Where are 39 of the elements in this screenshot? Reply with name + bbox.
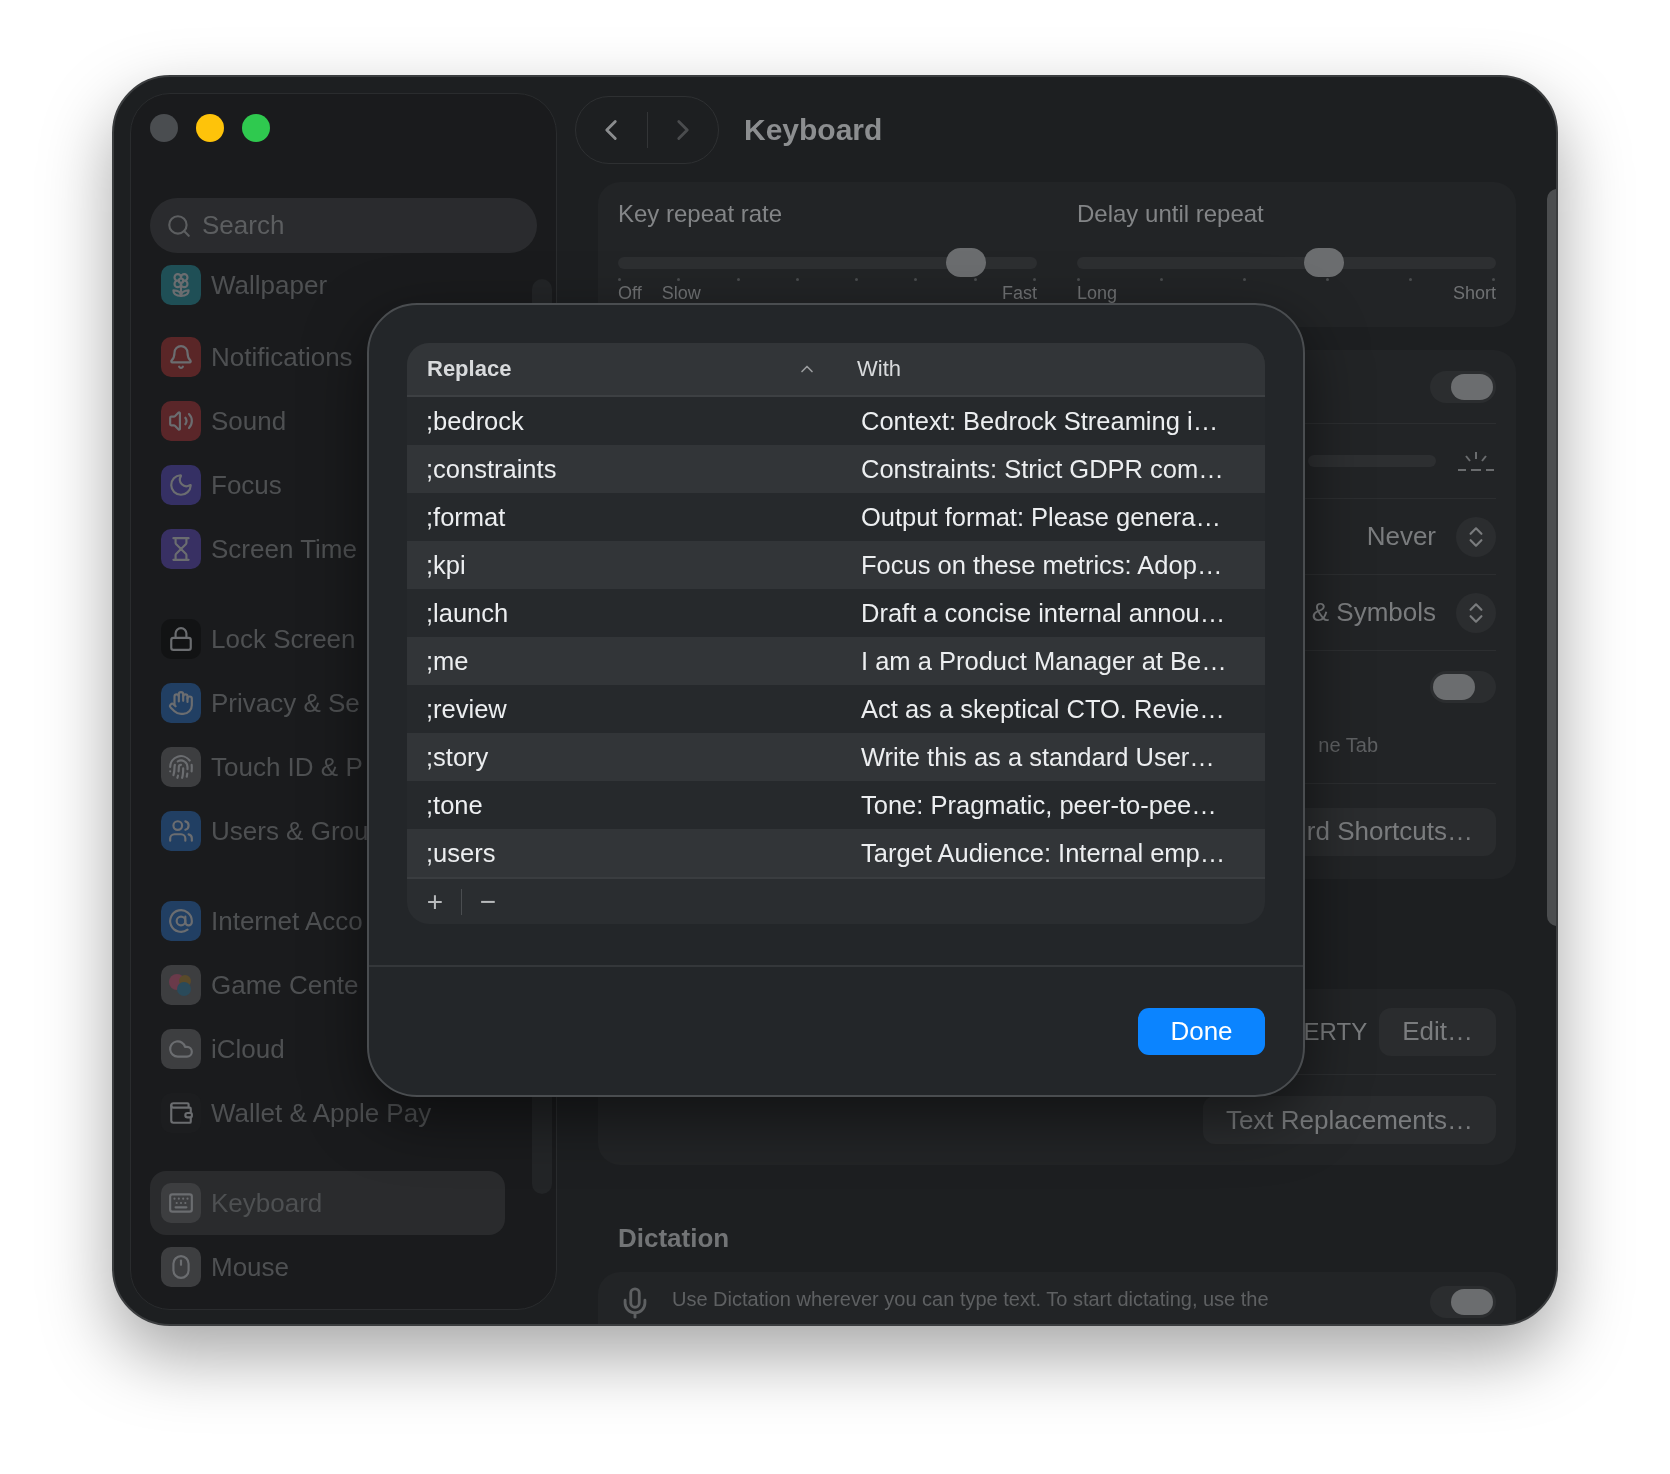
tick-label: Fast (1002, 284, 1037, 302)
replace-cell[interactable]: ;launch (407, 598, 837, 628)
replace-cell[interactable]: ;review (407, 694, 837, 724)
replace-cell[interactable]: ;tone (407, 790, 837, 820)
tick-label: Slow (661, 284, 701, 302)
replace-cell[interactable]: ;users (407, 838, 837, 868)
replace-cell[interactable]: ;bedrock (407, 406, 837, 436)
with-cell[interactable]: Target Audience: Internal emp… (837, 838, 1265, 868)
setting-caption: ne Tab (1318, 734, 1378, 757)
replace-cell[interactable]: ;format (407, 502, 837, 532)
with-cell[interactable]: Output format: Please genera… (837, 502, 1265, 532)
done-button[interactable]: Done (1138, 1008, 1265, 1055)
with-cell[interactable]: Tone: Pragmatic, peer-to-pee… (837, 790, 1265, 820)
replace-cell[interactable]: ;story (407, 742, 837, 772)
popup-value: & Symbols (1311, 597, 1436, 628)
column-header[interactable]: With (837, 356, 1265, 382)
dictation-description: Use Dictation wherever you can type text. To start dictating, use the (672, 1287, 1270, 1311)
add-button[interactable]: + (417, 885, 453, 918)
with-cell[interactable]: Focus on these metrics: Adop… (837, 550, 1265, 580)
with-cell[interactable]: Context: Bedrock Streaming i… (837, 406, 1265, 436)
input-source-name: ERTY (1303, 1017, 1368, 1046)
column-header[interactable]: Replace (407, 356, 837, 382)
with-cell[interactable]: I am a Product Manager at Be… (837, 646, 1265, 676)
slider-label: Delay until repeat (1077, 200, 1265, 229)
page-title: Keyboard (744, 113, 883, 147)
replace-cell[interactable]: ;constraints (407, 454, 837, 484)
replace-cell[interactable]: ;me (407, 646, 837, 676)
with-cell[interactable]: Constraints: Strict GDPR com… (837, 454, 1265, 484)
remove-button[interactable]: − (470, 885, 506, 918)
slider-label: Key repeat rate (618, 200, 784, 229)
tick-label: Long (1077, 284, 1118, 302)
popup-value: Never (1366, 521, 1436, 552)
tick-label: Off (618, 284, 642, 302)
tick-label: Short (1452, 284, 1496, 302)
section-heading: Dictation (618, 1223, 731, 1254)
replace-cell[interactable]: ;kpi (407, 550, 837, 580)
with-cell[interactable]: Act as a skeptical CTO. Revie… (837, 694, 1265, 724)
with-cell[interactable]: Draft a concise internal annou… (837, 598, 1265, 628)
with-cell[interactable]: Write this as a standard User… (837, 742, 1265, 772)
